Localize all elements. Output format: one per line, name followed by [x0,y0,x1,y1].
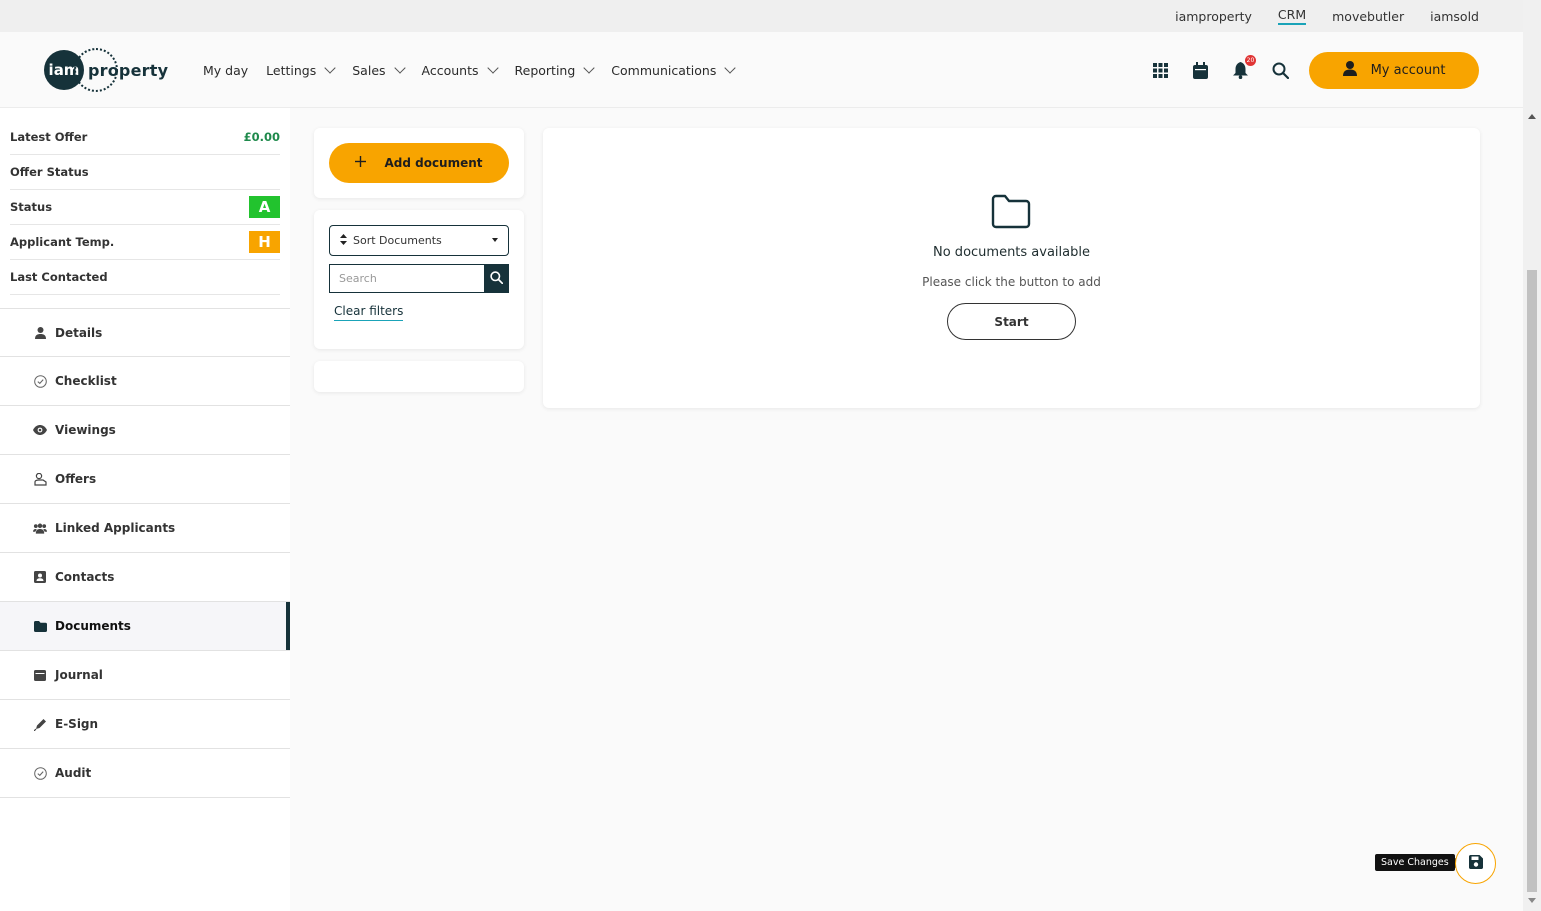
journal-icon [33,668,47,682]
header-icons: 20 [1150,32,1290,108]
status-row: Status A [10,190,280,225]
section-menu: Details Checklist Viewings Offers Linked… [0,308,290,798]
status-badge: A [249,196,280,218]
contact-card-icon [33,570,47,584]
sort-documents-select[interactable]: Sort Documents [329,225,509,256]
add-document-button[interactable]: Add document [329,143,509,183]
check-circle-icon [33,766,47,780]
nav-reporting[interactable]: Reporting [515,62,595,78]
scroll-up-arrow[interactable] [1528,114,1536,119]
start-button[interactable]: Start [947,303,1076,340]
scroll-down-arrow[interactable] [1528,898,1536,903]
empty-state-title: No documents available [933,245,1090,260]
search-icon[interactable] [1270,60,1290,80]
menu-item-details[interactable]: Details [0,308,290,357]
search-icon [489,269,503,288]
folder-icon [33,619,47,633]
chevron-down-icon [583,62,595,74]
applicant-temp-row: Applicant Temp. H [10,225,280,260]
menu-item-offers[interactable]: Offers [0,455,290,504]
notification-badge: 20 [1245,55,1256,66]
latest-offer-value: £0.00 [243,130,280,144]
add-document-card: Add document [314,128,524,198]
nav-communications[interactable]: Communications [611,62,737,78]
menu-item-journal[interactable]: Journal [0,651,290,700]
users-icon [33,521,47,535]
pen-icon [33,717,47,731]
menu-item-e-sign[interactable]: E-Sign [0,700,290,749]
folder-icon [991,194,1031,233]
link-crm[interactable]: CRM [1277,7,1307,25]
my-account-button[interactable]: My account [1309,52,1479,89]
save-icon [1468,854,1483,873]
apps-grid-icon[interactable] [1150,60,1170,80]
nav-accounts[interactable]: Accounts [422,62,499,78]
latest-offer-row: Latest Offer £0.00 [10,120,280,155]
logo[interactable]: iam property [44,48,168,92]
chevron-down-icon [393,62,406,74]
bell-icon[interactable]: 20 [1230,55,1256,80]
sort-icon [340,233,347,248]
menu-item-contacts[interactable]: Contacts [0,553,290,602]
link-movebutler[interactable]: movebutler [1332,9,1404,24]
menu-item-viewings[interactable]: Viewings [0,406,290,455]
main-nav: My day Lettings Sales Accounts Reporting… [203,32,737,108]
person-icon [33,326,47,340]
nav-lettings[interactable]: Lettings [266,62,336,78]
product-switcher: iamproperty CRM movebutler iamsold [1175,0,1479,32]
top-bar: iamproperty CRM movebutler iamsold [0,0,1523,32]
save-changes-button[interactable] [1455,843,1496,884]
caret-down-icon [492,238,498,242]
scroll-thumb[interactable] [1527,270,1537,892]
filter-card: Sort Documents Clear filters [314,210,524,349]
clear-filters-link[interactable]: Clear filters [334,304,404,321]
last-contacted-row: Last Contacted [10,260,280,295]
nav-my-day[interactable]: My day [203,63,248,78]
search-input[interactable] [330,265,484,292]
sidebar: Latest Offer £0.00 Offer Status Status A… [0,108,290,911]
menu-item-audit[interactable]: Audit [0,749,290,798]
menu-item-checklist[interactable]: Checklist [0,357,290,406]
empty-state-subtitle: Please click the button to add [922,275,1101,289]
applicant-temp-badge: H [249,231,280,253]
chevron-down-icon [324,62,336,74]
document-list-card [314,361,524,392]
page-scrollbar[interactable] [1523,0,1541,911]
link-iamproperty[interactable]: iamproperty [1175,9,1252,24]
document-search [329,264,509,293]
plus-icon [355,156,367,170]
menu-item-linked-applicants[interactable]: Linked Applicants [0,504,290,553]
offer-icon [33,472,47,486]
chevron-down-icon [486,62,499,74]
main-header: iam property My day Lettings Sales Accou… [0,32,1523,108]
applicant-summary: Latest Offer £0.00 Offer Status Status A… [0,108,290,295]
nav-sales[interactable]: Sales [352,62,406,78]
link-iamsold[interactable]: iamsold [1430,9,1479,24]
documents-panel: No documents available Please click the … [543,128,1480,408]
offer-status-row: Offer Status [10,155,280,190]
check-circle-icon [33,374,47,388]
search-button[interactable] [484,265,508,292]
menu-item-documents[interactable]: Documents [0,602,290,651]
person-icon [1342,61,1357,80]
chevron-down-icon [724,62,737,74]
eye-icon [33,423,47,437]
save-changes-tooltip: Save Changes [1375,854,1460,871]
calendar-icon[interactable] [1190,60,1210,80]
